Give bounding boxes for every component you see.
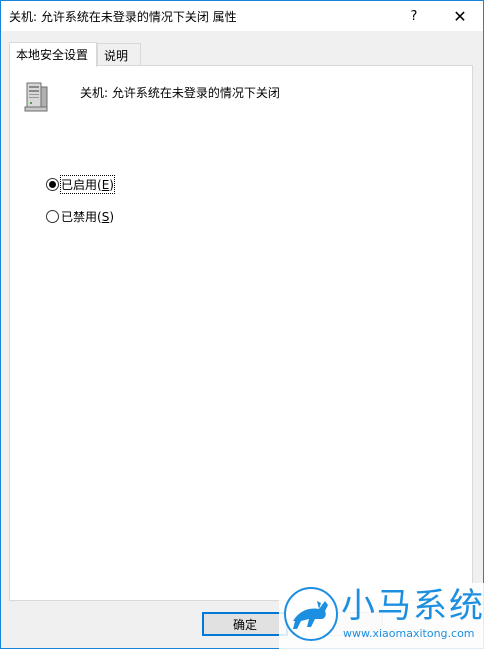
title-bar[interactable]: 关机: 允许系统在未登录的情况下关闭 属性 ? ✕ — [1, 1, 483, 31]
tab-label: 本地安全设置 — [16, 48, 89, 62]
close-icon: ✕ — [453, 6, 467, 26]
ok-button-label: 确定 — [232, 617, 257, 632]
tab-label: 说明 — [104, 49, 129, 63]
site-watermark: 小马系统 www.xiaomaxitong.com — [279, 583, 484, 649]
tab-local-security-setting[interactable]: 本地安全设置 — [9, 42, 97, 67]
tab-strip: 本地安全设置 说明 — [9, 42, 471, 67]
disabled-option[interactable]: 已禁用(S) — [46, 208, 114, 225]
watermark-url: www.xiaomaxitong.com — [343, 627, 475, 640]
enabled-label: 已启用(E) — [60, 175, 115, 194]
properties-dialog: 关机: 允许系统在未登录的情况下关闭 属性 ? ✕ 本地安全设置 说明 关机: … — [0, 0, 484, 649]
watermark-text: 小马系统 — [341, 586, 484, 626]
enabled-option[interactable]: 已启用(E) — [46, 175, 115, 194]
disabled-radio[interactable] — [46, 210, 59, 223]
close-button[interactable]: ✕ — [437, 1, 483, 31]
tab-panel: 关机: 允许系统在未登录的情况下关闭 已启用(E) 已禁用(S) — [9, 65, 473, 601]
horse-logo-icon — [284, 587, 338, 641]
policy-title: 关机: 允许系统在未登录的情况下关闭 — [80, 86, 280, 100]
ok-button[interactable]: 确定 — [202, 612, 288, 636]
server-computer-icon — [24, 82, 48, 112]
help-button[interactable]: ? — [391, 1, 437, 31]
window-title: 关机: 允许系统在未登录的情况下关闭 属性 — [9, 10, 237, 24]
tab-explain[interactable]: 说明 — [97, 43, 141, 66]
enabled-radio[interactable] — [46, 178, 59, 191]
disabled-label: 已禁用(S) — [61, 210, 114, 224]
help-icon: ? — [410, 8, 418, 24]
